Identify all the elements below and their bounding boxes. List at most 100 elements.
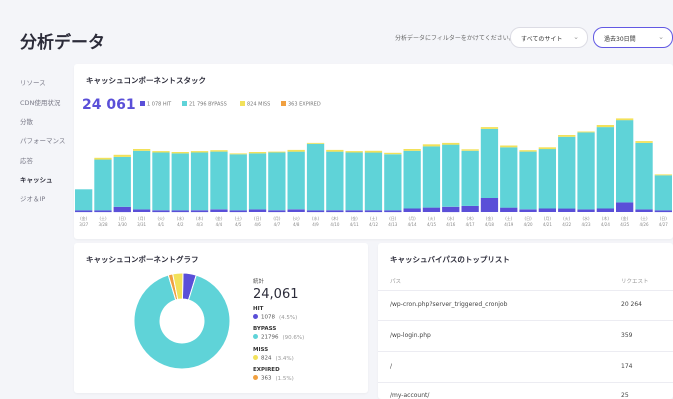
bar-miss[interactable] xyxy=(519,150,537,152)
bar-bypass[interactable] xyxy=(75,189,93,211)
bar-miss[interactable] xyxy=(268,151,286,153)
sidebar-item-cache[interactable]: キャッシュ xyxy=(20,174,53,184)
bar-miss[interactable] xyxy=(210,150,228,152)
bar-miss[interactable] xyxy=(113,154,131,157)
bar-miss[interactable] xyxy=(577,131,595,133)
bar-hit[interactable] xyxy=(616,202,634,212)
bar-miss[interactable] xyxy=(345,151,363,153)
bar-hit[interactable] xyxy=(519,209,537,212)
bar-bypass[interactable] xyxy=(519,151,537,210)
bar-hit[interactable] xyxy=(596,208,614,213)
bar-miss[interactable] xyxy=(152,151,170,153)
bar-hit[interactable] xyxy=(480,198,499,212)
bar-hit[interactable] xyxy=(94,210,112,213)
bar-bypass[interactable] xyxy=(558,136,576,209)
bar-bypass[interactable] xyxy=(94,159,112,211)
sidebar-item-geo-ip[interactable]: ジオ＆IP xyxy=(20,193,45,203)
bar-bypass[interactable] xyxy=(384,154,402,211)
bar-bypass[interactable] xyxy=(480,128,499,198)
bar-hit[interactable] xyxy=(229,210,247,213)
bar-hit[interactable] xyxy=(345,210,363,213)
bar-miss[interactable] xyxy=(654,174,672,176)
bar-miss[interactable] xyxy=(306,142,325,144)
bar-bypass[interactable] xyxy=(461,150,479,206)
bar-bypass[interactable] xyxy=(635,142,653,210)
bar-miss[interactable] xyxy=(190,151,209,153)
bar-hit[interactable] xyxy=(558,208,576,213)
bar-bypass[interactable] xyxy=(326,151,344,211)
bar-bypass[interactable] xyxy=(500,147,518,208)
bar-hit[interactable] xyxy=(306,210,325,213)
bar-bypass[interactable] xyxy=(248,153,267,210)
bar-hit[interactable] xyxy=(384,210,402,213)
bar-bypass[interactable] xyxy=(152,152,170,211)
bar-bypass[interactable] xyxy=(345,152,363,211)
bar-bypass[interactable] xyxy=(422,146,441,208)
row-path[interactable]: /my-account/ xyxy=(390,392,429,399)
row-path[interactable]: /wp-cron.php?server_triggered_cronjob xyxy=(390,301,507,308)
bar-bypass[interactable] xyxy=(229,154,247,211)
bar-miss[interactable] xyxy=(403,149,421,151)
bar-bypass[interactable] xyxy=(113,156,131,207)
bar-bypass[interactable] xyxy=(596,127,614,209)
bar-hit[interactable] xyxy=(152,210,170,213)
bar-hit[interactable] xyxy=(422,207,441,212)
bar-hit[interactable] xyxy=(577,209,595,212)
bar-hit[interactable] xyxy=(133,209,151,212)
bar-miss[interactable] xyxy=(287,149,305,152)
bar-miss[interactable] xyxy=(500,145,518,148)
bar-miss[interactable] xyxy=(442,142,460,145)
bar-bypass[interactable] xyxy=(287,151,305,210)
bar-hit[interactable] xyxy=(654,210,672,213)
row-path[interactable]: / xyxy=(390,363,392,370)
sidebar-item-cdn-usage[interactable]: CDN使用状況 xyxy=(20,97,60,107)
bar-bypass[interactable] xyxy=(442,144,460,207)
bar-hit[interactable] xyxy=(538,208,556,213)
bar-bypass[interactable] xyxy=(171,153,189,211)
bar-bypass[interactable] xyxy=(268,152,286,211)
bar-miss[interactable] xyxy=(326,149,344,152)
sidebar-item-resources[interactable]: リソース xyxy=(20,77,46,87)
bar-hit[interactable] xyxy=(248,209,267,212)
site-select[interactable]: すべてのサイト ⌄ xyxy=(510,27,588,48)
bar-hit[interactable] xyxy=(210,209,228,212)
bar-miss[interactable] xyxy=(538,147,556,150)
bar-bypass[interactable] xyxy=(654,175,672,211)
bar-miss[interactable] xyxy=(596,125,614,128)
bar-miss[interactable] xyxy=(635,141,653,143)
bar-miss[interactable] xyxy=(558,135,576,137)
bar-bypass[interactable] xyxy=(306,143,325,211)
bar-bypass[interactable] xyxy=(133,150,151,210)
bar-bypass[interactable] xyxy=(364,152,383,211)
sidebar-item-response[interactable]: 応答 xyxy=(20,155,33,165)
bar-hit[interactable] xyxy=(113,206,131,213)
bar-bypass[interactable] xyxy=(210,151,228,210)
bar-hit[interactable] xyxy=(403,208,421,213)
sidebar-item-dispersion[interactable]: 分散 xyxy=(20,116,33,126)
bar-bypass[interactable] xyxy=(403,150,421,209)
bar-miss[interactable] xyxy=(616,118,634,121)
bar-miss[interactable] xyxy=(384,152,402,155)
bar-hit[interactable] xyxy=(442,206,460,213)
bar-hit[interactable] xyxy=(635,209,653,212)
bar-miss[interactable] xyxy=(229,153,247,155)
bar-hit[interactable] xyxy=(190,210,209,213)
bar-miss[interactable] xyxy=(94,157,112,160)
bar-miss[interactable] xyxy=(422,144,441,147)
bar-bypass[interactable] xyxy=(616,120,634,203)
bar-miss[interactable] xyxy=(171,152,189,154)
bar-hit[interactable] xyxy=(500,207,518,212)
bar-bypass[interactable] xyxy=(538,149,556,209)
bar-miss[interactable] xyxy=(364,150,383,153)
bar-miss[interactable] xyxy=(461,149,479,151)
bar-hit[interactable] xyxy=(326,210,344,213)
bar-hit[interactable] xyxy=(171,210,189,213)
bar-hit[interactable] xyxy=(75,210,93,213)
sidebar-item-performance[interactable]: パフォーマンス xyxy=(20,135,65,145)
period-select[interactable]: 過去30日間 ⌄ xyxy=(593,27,673,48)
bar-bypass[interactable] xyxy=(190,152,209,211)
bar-hit[interactable] xyxy=(364,210,383,213)
bar-miss[interactable] xyxy=(480,127,499,129)
bar-bypass[interactable] xyxy=(577,132,595,210)
row-path[interactable]: /wp-login.php xyxy=(390,332,431,339)
